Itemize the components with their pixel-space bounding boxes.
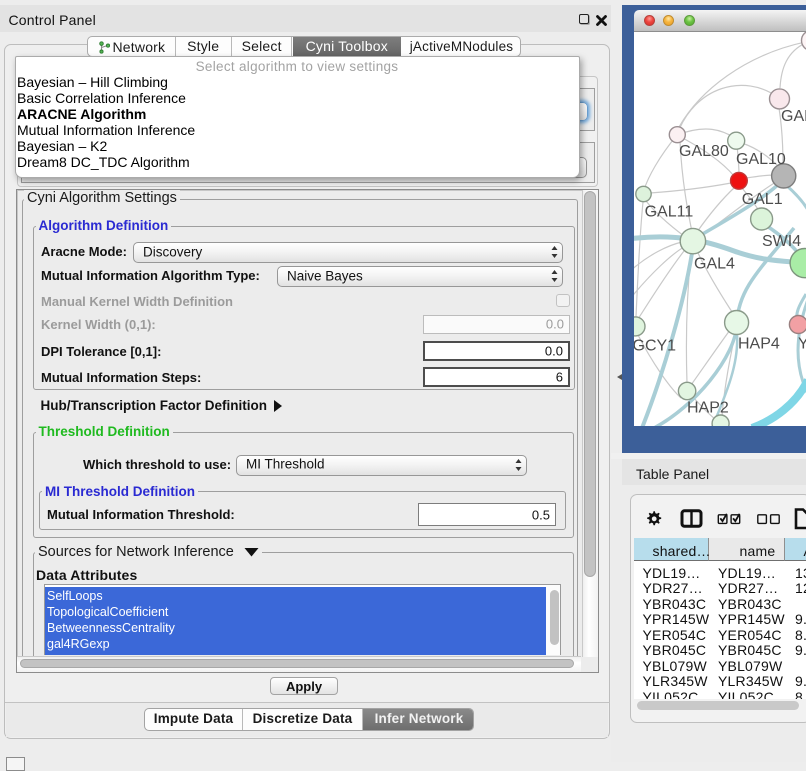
svg-text:GAL2: GAL2 [781, 108, 806, 125]
svg-text:GAL1: GAL1 [742, 191, 783, 208]
svg-text:GCY1: GCY1 [634, 337, 676, 354]
svg-text:GAL80: GAL80 [679, 143, 729, 160]
svg-text:HAP4: HAP4 [738, 335, 780, 352]
svg-text:HAP2: HAP2 [687, 399, 729, 416]
svg-text:GAL11: GAL11 [645, 203, 694, 220]
svg-text:SWI4: SWI4 [762, 233, 801, 250]
svg-text:GAL10: GAL10 [736, 151, 786, 168]
svg-text:GAL4: GAL4 [694, 255, 735, 272]
svg-text:Y: Y [798, 335, 806, 352]
